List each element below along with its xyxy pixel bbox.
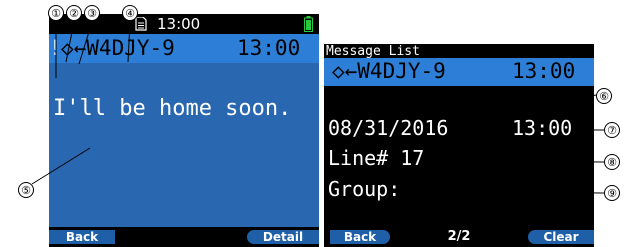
callout-8: ⑧ [604, 154, 620, 170]
callout-9: ⑨ [604, 185, 620, 201]
callout-leaders [31, 21, 605, 194]
callout-2: ② [66, 5, 82, 21]
callout-7: ⑦ [604, 122, 620, 138]
callout-3: ③ [84, 5, 100, 21]
callout-6: ⑥ [596, 88, 612, 104]
callout-4: ④ [122, 5, 138, 21]
callout-5: ⑤ [18, 182, 34, 198]
callout-1: ① [48, 5, 64, 21]
